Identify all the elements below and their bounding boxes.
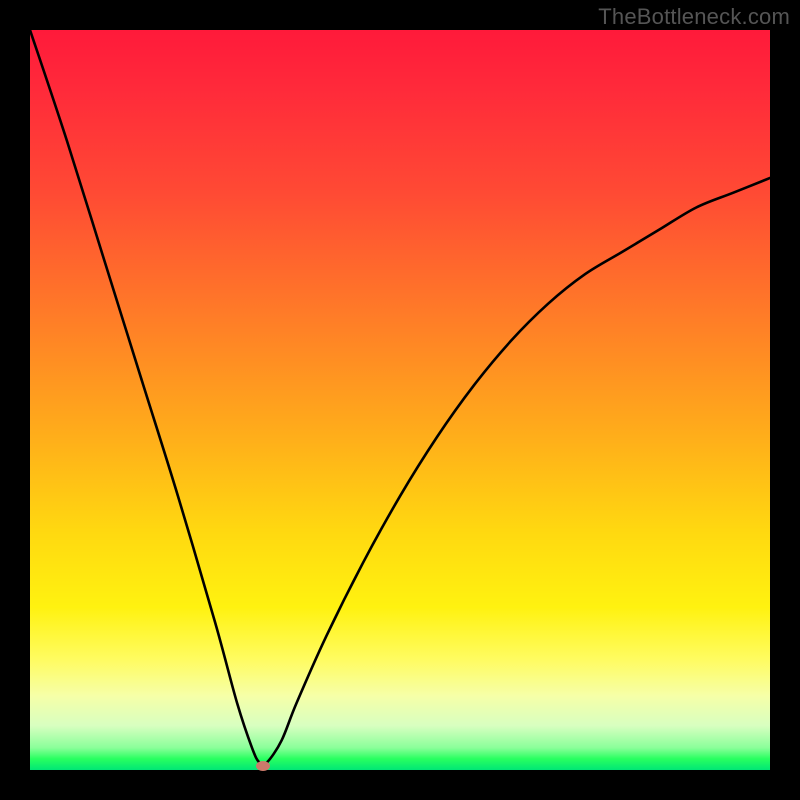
plot-area <box>30 30 770 770</box>
optimum-marker <box>256 761 270 771</box>
watermark-text: TheBottleneck.com <box>598 4 790 30</box>
bottleneck-curve <box>30 30 770 765</box>
curve-svg <box>30 30 770 770</box>
